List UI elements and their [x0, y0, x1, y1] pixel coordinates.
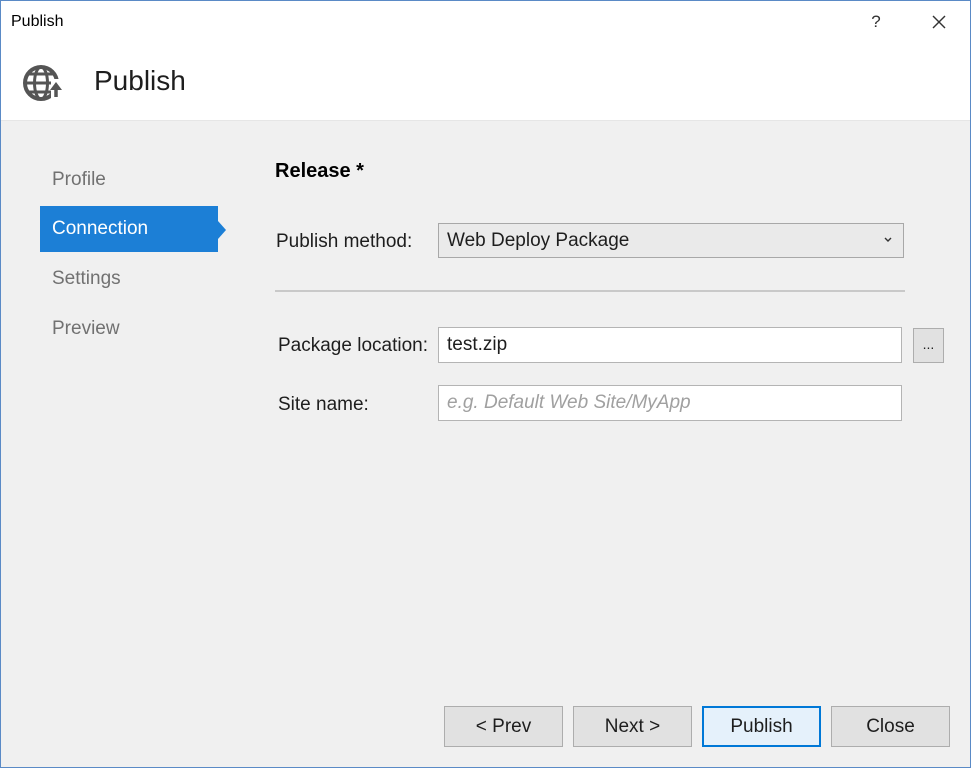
publish-method-label: Publish method: [276, 231, 413, 252]
nav-item-settings[interactable]: Settings [40, 256, 218, 302]
nav-active-indicator [218, 221, 226, 239]
publish-method-value: Web Deploy Package [447, 230, 630, 251]
next-button[interactable]: Next > [573, 706, 692, 747]
chevron-down-icon [883, 232, 893, 246]
close-icon[interactable] [923, 5, 955, 39]
package-location-label: Package location: [278, 335, 428, 356]
publish-method-select[interactable]: Web Deploy Package [438, 223, 904, 258]
site-name-input[interactable] [438, 385, 902, 421]
section-divider [275, 290, 905, 292]
site-name-label: Site name: [278, 394, 369, 415]
publish-button[interactable]: Publish [702, 706, 821, 747]
globe-publish-icon [21, 61, 69, 105]
nav-item-preview[interactable]: Preview [40, 306, 218, 352]
title-bar: Publish ? [1, 1, 970, 43]
section-title: Release * [275, 160, 364, 182]
nav-item-profile[interactable]: Profile [40, 157, 218, 203]
nav-item-connection[interactable]: Connection [40, 206, 218, 252]
prev-button[interactable]: < Prev [444, 706, 563, 747]
close-button[interactable]: Close [831, 706, 950, 747]
package-location-input[interactable] [438, 327, 902, 363]
help-button[interactable]: ? [861, 5, 891, 39]
window-title: Publish [11, 13, 64, 30]
publish-dialog: Publish ? Publish Profile Connection Set… [0, 0, 971, 768]
browse-button[interactable]: ... [913, 328, 944, 363]
page-title: Publish [94, 65, 186, 96]
dialog-header: Publish [1, 43, 970, 121]
